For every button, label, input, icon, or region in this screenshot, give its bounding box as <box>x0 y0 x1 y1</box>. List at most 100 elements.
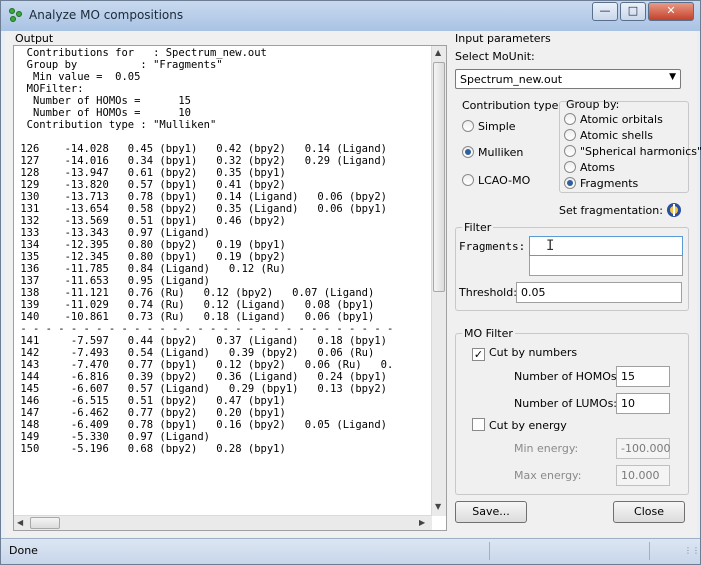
fragmentation-tool-icon[interactable] <box>665 201 683 219</box>
radio-fragments[interactable]: Fragments <box>564 177 638 191</box>
radio-selected-icon[interactable] <box>564 177 576 189</box>
radio-atomic-orbitals[interactable]: Atomic orbitals <box>564 113 663 127</box>
resize-grip-icon[interactable]: ⋮⋮ <box>684 547 700 561</box>
save-button[interactable]: Save... <box>455 501 527 523</box>
chevron-down-icon: ▼ <box>669 72 676 82</box>
output-line: Number of HOMOs = 10 <box>14 107 192 119</box>
homos-label: Number of HOMOs: <box>514 370 621 383</box>
output-line: 139 -11.029 0.74 (Ru) 0.12 (Ligand) 0.08… <box>14 299 375 311</box>
radio-selected-icon[interactable] <box>462 146 474 158</box>
radio-spherical-harmonics[interactable]: "Spherical harmonics" <box>564 145 701 159</box>
dialog-window: Analyze MO compositions — □ ✕ Output Con… <box>0 0 701 565</box>
text-cursor-icon: I <box>546 238 555 254</box>
molecule-app-icon <box>9 8 23 22</box>
output-line: 133 -13.343 0.97 (Ligand) <box>14 227 210 239</box>
group-by-label: Group by: <box>566 98 620 111</box>
output-line: 148 -6.409 0.78 (bpy1) 0.16 (bpy2) 0.05 … <box>14 419 387 431</box>
lumos-label: Number of LUMOs: <box>514 397 618 410</box>
contribution-type-group: Contribution type Simple Mulliken LCAO-M… <box>455 99 558 197</box>
output-line: 130 -13.713 0.78 (bpy1) 0.14 (Ligand) 0.… <box>14 191 387 203</box>
output-panel[interactable]: Contributions for : Spectrum_new.out Gro… <box>13 45 447 531</box>
scroll-right-icon[interactable]: ▶ <box>419 518 425 527</box>
radio-icon[interactable] <box>462 120 474 132</box>
output-horizontal-scrollbar[interactable]: ◀ ▶ <box>14 515 432 530</box>
client-area: Output Contributions for : Spectrum_new.… <box>5 31 701 537</box>
lumos-input[interactable]: 10 <box>616 393 670 414</box>
output-line: 144 -6.816 0.39 (bpy2) 0.36 (Ligand) 0.2… <box>14 371 387 383</box>
close-button[interactable]: Close <box>613 501 685 523</box>
radio-icon[interactable] <box>462 174 474 186</box>
radio-mulliken[interactable]: Mulliken <box>462 146 523 160</box>
close-window-button[interactable]: ✕ <box>648 2 694 21</box>
threshold-input[interactable]: 0.05 <box>516 282 682 303</box>
fragments-input-area[interactable] <box>529 256 683 276</box>
homos-input[interactable]: 15 <box>616 366 670 387</box>
output-vertical-scrollbar[interactable]: ▲ ▼ <box>431 46 446 516</box>
radio-lcao-mo[interactable]: LCAO-MO <box>462 174 530 188</box>
checkmark-icon[interactable]: ✓ <box>472 348 485 361</box>
vertical-scroll-thumb[interactable] <box>433 62 445 292</box>
output-line: 131 -13.654 0.58 (bpy2) 0.35 (Ligand) 0.… <box>14 203 387 215</box>
filter-label: Filter <box>462 221 494 234</box>
output-line: 150 -5.196 0.68 (bpy2) 0.28 (bpy1) <box>14 443 286 455</box>
output-line: 141 -7.597 0.44 (bpy2) 0.37 (Ligand) 0.1… <box>14 335 387 347</box>
output-label: Output <box>15 32 54 45</box>
output-line: 134 -12.395 0.80 (bpy2) 0.19 (bpy1) <box>14 239 286 251</box>
select-mounit-label: Select MoUnit: <box>455 50 535 63</box>
min-energy-label: Min energy: <box>514 442 579 455</box>
fragments-label: Fragments: <box>459 240 526 253</box>
filter-group: Filter Fragments: I Threshold: 0.05 <box>455 221 689 311</box>
output-line: 132 -13.569 0.51 (bpy1) 0.46 (bpy2) <box>14 215 286 227</box>
radio-icon[interactable] <box>564 129 576 141</box>
output-line: Contributions for : Spectrum_new.out <box>14 47 267 59</box>
mounit-select[interactable]: Spectrum_new.out ▼ <box>455 69 681 89</box>
max-energy-input[interactable]: 10.000 <box>616 465 670 486</box>
window-title: Analyze MO compositions <box>29 8 184 22</box>
output-line: 137 -11.653 0.95 (Ligand) <box>14 275 210 287</box>
radio-icon[interactable] <box>564 161 576 173</box>
output-line: 142 -7.493 0.54 (Ligand) 0.39 (bpy2) 0.0… <box>14 347 375 359</box>
radio-atoms[interactable]: Atoms <box>564 161 615 175</box>
threshold-label: Threshold: <box>459 286 517 299</box>
output-line: MOFilter: <box>14 83 84 95</box>
scroll-left-icon[interactable]: ◀ <box>17 518 23 527</box>
status-divider <box>489 542 490 560</box>
output-line: Group by : "Fragments" <box>14 59 223 71</box>
output-line: 128 -13.947 0.61 (bpy2) 0.35 (bpy1) <box>14 167 286 179</box>
output-line: 146 -6.515 0.51 (bpy2) 0.47 (bpy1) <box>14 395 286 407</box>
output-line: Min value = 0.05 <box>14 71 141 83</box>
scroll-down-icon[interactable]: ▼ <box>435 502 441 511</box>
status-text: Done <box>9 544 38 557</box>
output-text[interactable]: Contributions for : Spectrum_new.out Gro… <box>14 46 432 516</box>
output-line: 143 -7.470 0.77 (bpy1) 0.12 (bpy2) 0.06 … <box>14 359 394 371</box>
radio-icon[interactable] <box>564 113 576 125</box>
radio-icon[interactable] <box>564 145 576 157</box>
checkbox-icon[interactable] <box>472 418 485 431</box>
status-divider <box>649 542 650 560</box>
output-line: 135 -12.345 0.80 (bpy1) 0.19 (bpy2) <box>14 251 286 263</box>
scroll-up-icon[interactable]: ▲ <box>435 48 441 57</box>
cut-by-energy-checkbox[interactable]: Cut by energy <box>472 418 567 432</box>
min-energy-input[interactable]: -100.000 <box>616 438 670 459</box>
output-line: 149 -5.330 0.97 (Ligand) <box>14 431 210 443</box>
mo-filter-group: MO Filter ✓ Cut by numbers Number of HOMO… <box>455 327 689 495</box>
minimize-button[interactable]: — <box>592 2 618 21</box>
group-by-group: Group by: Atomic orbitals Atomic shells … <box>559 98 701 193</box>
horizontal-scroll-thumb[interactable] <box>30 517 60 529</box>
radio-simple[interactable]: Simple <box>462 120 516 134</box>
output-line: 147 -6.462 0.77 (bpy2) 0.20 (bpy1) <box>14 407 286 419</box>
output-line: 126 -14.028 0.45 (bpy1) 0.42 (bpy2) 0.14… <box>14 143 387 155</box>
mo-filter-label: MO Filter <box>462 327 515 340</box>
output-line: 136 -11.785 0.84 (Ligand) 0.12 (Ru) <box>14 263 286 275</box>
maximize-button[interactable]: □ <box>620 2 646 21</box>
output-line: 129 -13.820 0.57 (bpy1) 0.41 (bpy2) <box>14 179 286 191</box>
mounit-select-value: Spectrum_new.out <box>460 73 563 86</box>
set-fragmentation-label: Set fragmentation: <box>559 204 663 217</box>
cut-by-numbers-checkbox[interactable]: ✓ Cut by numbers <box>472 346 577 361</box>
title-bar[interactable]: Analyze MO compositions — □ ✕ <box>1 1 700 31</box>
radio-atomic-shells[interactable]: Atomic shells <box>564 129 653 143</box>
output-line: 145 -6.607 0.57 (Ligand) 0.29 (bpy1) 0.1… <box>14 383 387 395</box>
output-line: 138 -11.121 0.76 (Ru) 0.12 (bpy2) 0.07 (… <box>14 287 375 299</box>
contribution-type-label: Contribution type <box>462 99 559 112</box>
